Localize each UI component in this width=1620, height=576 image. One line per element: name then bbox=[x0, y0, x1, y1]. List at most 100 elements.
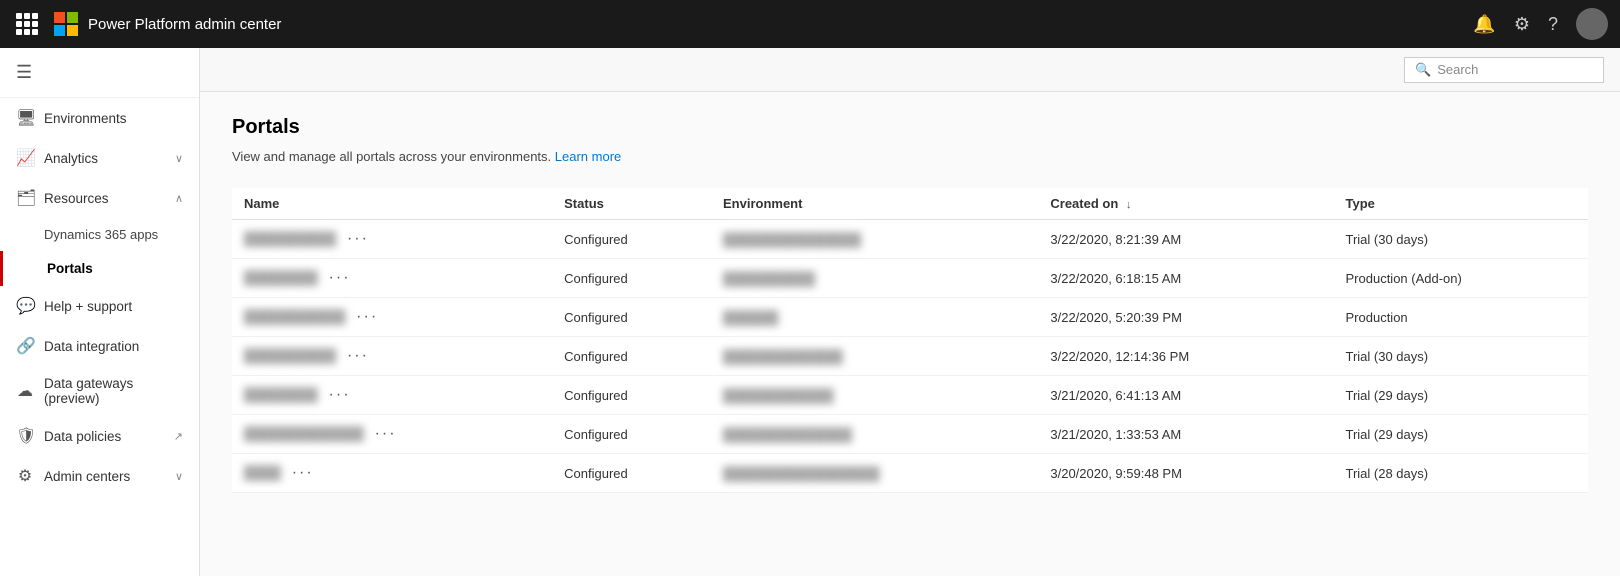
sidebar-item-analytics[interactable]: 📈 Analytics ∨ bbox=[0, 138, 199, 178]
table-row: ████████ ··· Configured ████████████ 3/2… bbox=[232, 376, 1588, 415]
app-title: Power Platform admin center bbox=[88, 16, 281, 33]
cell-environment: ████████████ bbox=[711, 376, 1038, 415]
sidebar-item-datapolicies[interactable]: 🛡 Data policies ↗ bbox=[0, 416, 199, 456]
sidebar-item-portals[interactable]: Portals bbox=[0, 251, 199, 286]
page-description: View and manage all portals across your … bbox=[232, 149, 1588, 164]
table-row: ███████████ ··· Configured ██████ 3/22/2… bbox=[232, 298, 1588, 337]
resources-chevron-icon: ∧ bbox=[175, 192, 183, 205]
sidebar-resources-label: Resources bbox=[44, 191, 175, 206]
row-options-button[interactable]: ··· bbox=[329, 386, 351, 403]
waffle-icon[interactable] bbox=[12, 9, 42, 39]
cell-name: ███████████ ··· bbox=[232, 298, 552, 337]
user-avatar[interactable] bbox=[1576, 8, 1608, 40]
microsoft-logo bbox=[54, 12, 78, 36]
cell-status: Configured bbox=[552, 259, 711, 298]
portal-name: ██████████ bbox=[244, 231, 336, 246]
cell-status: Configured bbox=[552, 337, 711, 376]
environment-name: ████████████ bbox=[723, 388, 834, 403]
cell-name: ████████ ··· bbox=[232, 259, 552, 298]
sidebar-item-dataintegration[interactable]: 🔗 Data integration bbox=[0, 326, 199, 366]
admincenters-icon: ⚙ bbox=[16, 466, 34, 486]
cell-created-on: 3/21/2020, 1:33:53 AM bbox=[1038, 415, 1333, 454]
environment-name: ███████████████ bbox=[723, 232, 861, 247]
cell-environment: ██████████████ bbox=[711, 415, 1038, 454]
hamburger-icon[interactable]: ☰ bbox=[16, 62, 32, 82]
notification-icon[interactable]: 🔔 bbox=[1473, 14, 1495, 35]
cell-status: Configured bbox=[552, 298, 711, 337]
sidebar-admincenters-label: Admin centers bbox=[44, 469, 175, 484]
datapolicies-icon: 🛡 bbox=[16, 426, 34, 446]
cell-created-on: 3/20/2020, 9:59:48 PM bbox=[1038, 454, 1333, 493]
cell-environment: ███████████████ bbox=[711, 220, 1038, 259]
col-created-on[interactable]: Created on ↓ bbox=[1038, 188, 1333, 220]
table-row: ██████████ ··· Configured █████████████ … bbox=[232, 337, 1588, 376]
sidebar-datagateways-label: Data gateways (preview) bbox=[44, 376, 183, 406]
sidebar-dataintegration-label: Data integration bbox=[44, 339, 183, 354]
cell-type: Trial (30 days) bbox=[1334, 220, 1589, 259]
sidebar-analytics-label: Analytics bbox=[44, 151, 175, 166]
cell-status: Configured bbox=[552, 415, 711, 454]
page-title: Portals bbox=[232, 116, 1588, 139]
environment-name: █████████████ bbox=[723, 349, 843, 364]
portal-name: ████████ bbox=[244, 270, 318, 285]
row-options-button[interactable]: ··· bbox=[329, 269, 351, 286]
sidebar-item-helpsupport[interactable]: 💬 Help + support bbox=[0, 286, 199, 326]
search-icon: 🔍 bbox=[1415, 62, 1431, 78]
cell-name: █████████████ ··· bbox=[232, 415, 552, 454]
cell-created-on: 3/21/2020, 6:41:13 AM bbox=[1038, 376, 1333, 415]
search-box[interactable]: 🔍 Search bbox=[1404, 57, 1604, 83]
sidebar-item-environments[interactable]: 🖥 Environments bbox=[0, 98, 199, 138]
main-area: ☰ 🖥 Environments 📈 Analytics ∨ 🗂 Resourc… bbox=[0, 48, 1620, 576]
portal-name: ████ bbox=[244, 465, 281, 480]
environments-icon: 🖥 bbox=[16, 108, 34, 128]
col-environment: Environment bbox=[711, 188, 1038, 220]
col-type: Type bbox=[1334, 188, 1589, 220]
sidebar-header: ☰ bbox=[0, 48, 199, 98]
topbar: Power Platform admin center 🔔 ⚙ ? bbox=[0, 0, 1620, 48]
datagateways-icon: ☁ bbox=[16, 381, 34, 401]
learn-more-link[interactable]: Learn more bbox=[555, 149, 621, 164]
cell-name: ██████████ ··· bbox=[232, 220, 552, 259]
row-options-button[interactable]: ··· bbox=[356, 308, 378, 325]
table-row: ██████████ ··· Configured ██████████████… bbox=[232, 220, 1588, 259]
cell-status: Configured bbox=[552, 376, 711, 415]
sidebar: ☰ 🖥 Environments 📈 Analytics ∨ 🗂 Resourc… bbox=[0, 48, 200, 576]
cell-created-on: 3/22/2020, 12:14:36 PM bbox=[1038, 337, 1333, 376]
environment-name: █████████████████ bbox=[723, 466, 880, 481]
external-link-icon: ↗ bbox=[174, 430, 183, 443]
cell-created-on: 3/22/2020, 5:20:39 PM bbox=[1038, 298, 1333, 337]
portal-name: █████████████ bbox=[244, 426, 364, 441]
portals-table: Name Status Environment Created on ↓ Typ… bbox=[232, 188, 1588, 493]
sidebar-portals-label: Portals bbox=[47, 261, 183, 276]
sidebar-item-datagateways[interactable]: ☁ Data gateways (preview) bbox=[0, 366, 199, 416]
content-toolbar: 🔍 Search bbox=[200, 48, 1620, 92]
table-row: ████████ ··· Configured ██████████ 3/22/… bbox=[232, 259, 1588, 298]
environment-name: ██████████████ bbox=[723, 427, 852, 442]
environment-name: ██████ bbox=[723, 310, 778, 325]
table-row: █████████████ ··· Configured ███████████… bbox=[232, 415, 1588, 454]
help-icon[interactable]: ? bbox=[1548, 14, 1558, 35]
cell-type: Trial (30 days) bbox=[1334, 337, 1589, 376]
sidebar-item-dynamics365[interactable]: Dynamics 365 apps bbox=[0, 218, 199, 251]
cell-created-on: 3/22/2020, 8:21:39 AM bbox=[1038, 220, 1333, 259]
table-header-row: Name Status Environment Created on ↓ Typ… bbox=[232, 188, 1588, 220]
cell-status: Configured bbox=[552, 220, 711, 259]
row-options-button[interactable]: ··· bbox=[292, 464, 314, 481]
portal-name: ██████████ bbox=[244, 348, 336, 363]
row-options-button[interactable]: ··· bbox=[347, 230, 369, 247]
settings-icon[interactable]: ⚙ bbox=[1514, 14, 1530, 35]
cell-type: Production bbox=[1334, 298, 1589, 337]
table-row: ████ ··· Configured █████████████████ 3/… bbox=[232, 454, 1588, 493]
analytics-icon: 📈 bbox=[16, 148, 34, 168]
sidebar-item-resources[interactable]: 🗂 Resources ∧ bbox=[0, 178, 199, 218]
topbar-icons: 🔔 ⚙ ? bbox=[1473, 8, 1608, 40]
cell-environment: ██████ bbox=[711, 298, 1038, 337]
analytics-chevron-icon: ∨ bbox=[175, 152, 183, 165]
portal-name: ███████████ bbox=[244, 309, 345, 324]
col-status: Status bbox=[552, 188, 711, 220]
sidebar-dynamics365-label: Dynamics 365 apps bbox=[44, 227, 158, 242]
row-options-button[interactable]: ··· bbox=[347, 347, 369, 364]
row-options-button[interactable]: ··· bbox=[375, 425, 397, 442]
resources-icon: 🗂 bbox=[16, 188, 34, 208]
sidebar-item-admincenters[interactable]: ⚙ Admin centers ∨ bbox=[0, 456, 199, 496]
